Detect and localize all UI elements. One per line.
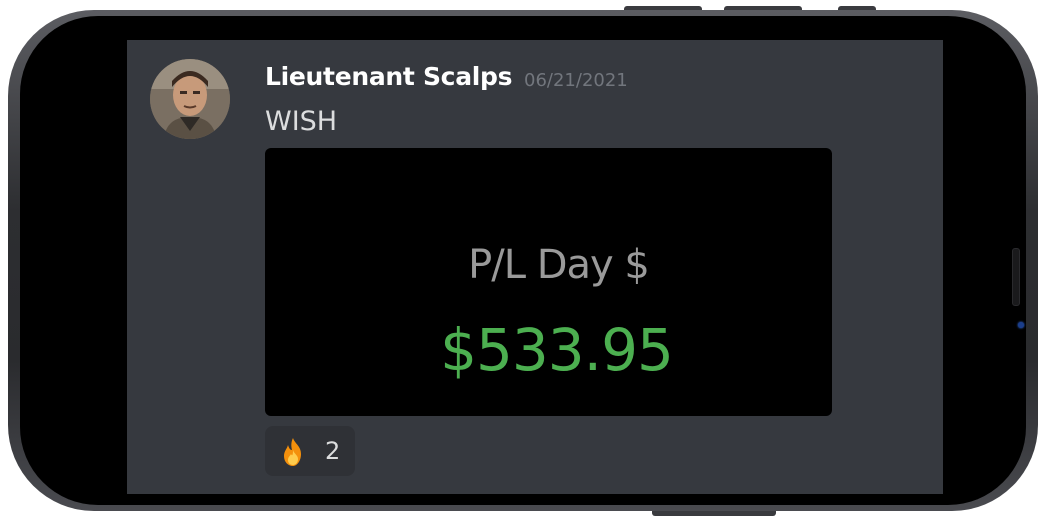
phone-bezel: Lieutenant Scalps 06/21/2021 WISH P/L Da… [20,16,1026,505]
message-author[interactable]: Lieutenant Scalps [265,62,513,91]
fire-icon [284,438,301,466]
reaction-button[interactable]: 2 [265,426,355,476]
message-text: WISH [265,106,338,137]
front-camera-icon [1018,322,1024,328]
user-avatar[interactable] [150,59,230,139]
reaction-count: 2 [325,437,341,465]
sensor-notch [1012,248,1020,306]
message-timestamp: 06/21/2021 [524,70,628,91]
avatar-portrait-icon [150,59,230,139]
chat-message: Lieutenant Scalps 06/21/2021 WISH P/L Da… [127,40,943,494]
pl-day-label: P/L Day $ [468,242,650,288]
pl-day-value: $533.95 [440,316,674,384]
phone-body: Lieutenant Scalps 06/21/2021 WISH P/L Da… [8,10,1038,511]
image-attachment[interactable]: P/L Day $ $533.95 [265,148,832,416]
device-frame-stage: Lieutenant Scalps 06/21/2021 WISH P/L Da… [0,0,1050,520]
